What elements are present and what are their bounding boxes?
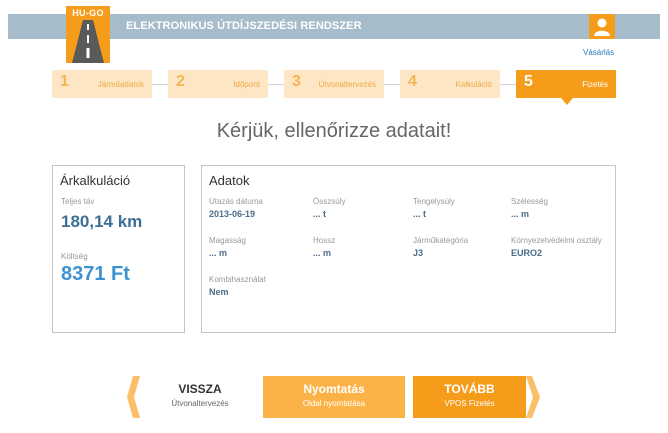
- data-panel: Adatok Utazás dátuma 2013-06-19 Összsúly…: [201, 165, 616, 333]
- step-vehicle-data[interactable]: 1 Járműadatok: [52, 70, 152, 98]
- step-number: 3: [292, 73, 301, 90]
- field-label: Szélesség: [511, 197, 548, 206]
- length-value: ... m: [313, 248, 332, 258]
- back-button[interactable]: VISSZA Útvonaltervezés: [140, 376, 260, 418]
- step-connector: [268, 84, 284, 85]
- field-label: Magasság: [209, 236, 246, 245]
- chevron-left-icon[interactable]: [127, 376, 140, 418]
- height-value: ... m: [209, 248, 228, 258]
- field-label: Hossz: [313, 236, 336, 245]
- step-number: 5: [524, 73, 533, 90]
- field-label: Tengelysúly: [413, 197, 455, 206]
- purchase-link[interactable]: Vásárlás: [583, 48, 614, 57]
- print-button-title: Nyomtatás: [303, 382, 365, 396]
- next-button-title: TOVÁBB: [444, 382, 495, 396]
- axle-weight-value: ... t: [413, 209, 426, 219]
- field-label: Összsúly: [313, 197, 346, 206]
- width-value: ... m: [511, 209, 530, 219]
- combined-use-value: Nem: [209, 287, 229, 297]
- environmental-class-value: EURO2: [511, 248, 543, 258]
- user-account-button[interactable]: [589, 14, 615, 39]
- chevron-right-icon[interactable]: [526, 376, 540, 418]
- cost-value: 8371 Ft: [61, 263, 130, 285]
- field-label: Kombihasználat: [209, 275, 266, 284]
- travel-date-value: 2013-06-19: [209, 209, 256, 219]
- logo-text: HU-GO: [72, 8, 104, 18]
- next-button[interactable]: TOVÁBB VPOS Fizetés: [413, 376, 526, 418]
- print-button-subtitle: Oldal nyomtatása: [302, 399, 366, 408]
- data-title: Adatok: [209, 173, 250, 188]
- price-calculation-panel: Árkalkuláció Teljes táv 180,14 km Költsé…: [52, 165, 185, 333]
- next-button-subtitle: VPOS Fizetés: [444, 399, 495, 408]
- back-button-subtitle: Útvonaltervezés: [171, 399, 229, 408]
- step-payment[interactable]: 5 Fizetés: [516, 70, 616, 98]
- field-label: Utazás dátuma: [209, 197, 263, 206]
- road-icon: [72, 20, 104, 63]
- step-label: Járműadatok: [97, 80, 144, 89]
- step-time[interactable]: 2 Időpont: [168, 70, 268, 98]
- hu-go-logo[interactable]: HU-GO: [66, 6, 110, 63]
- price-calculation-title: Árkalkuláció: [60, 173, 131, 188]
- total-weight-value: ... t: [313, 209, 326, 219]
- user-icon: [594, 18, 610, 36]
- step-connector: [152, 84, 168, 85]
- step-number: 2: [176, 73, 185, 90]
- step-connector: [500, 84, 516, 85]
- step-calculation[interactable]: 4 Kalkuláció: [400, 70, 500, 98]
- field-label: Környezetvédelmi osztály: [511, 236, 602, 245]
- total-distance-value: 180,14 km: [61, 212, 143, 231]
- field-label: Járműkategória: [413, 236, 469, 245]
- header-title: ELEKTRONIKUS ÚTDÍJSZEDÉSI RENDSZER: [126, 20, 362, 32]
- cost-label: Költség: [61, 252, 88, 261]
- vehicle-category-value: J3: [413, 248, 424, 258]
- active-step-pointer: [561, 98, 573, 105]
- print-button[interactable]: Nyomtatás Oldal nyomtatása: [263, 376, 405, 418]
- step-label: Időpont: [233, 80, 260, 89]
- step-label: Útvonaltervezés: [318, 80, 376, 89]
- step-label: Kalkuláció: [455, 80, 492, 89]
- total-distance-label: Teljes táv: [61, 197, 95, 206]
- step-label: Fizetés: [582, 80, 608, 89]
- page-title: Kérjük, ellenőrizze adatait!: [216, 120, 452, 142]
- back-button-title: VISSZA: [178, 382, 222, 396]
- step-number: 4: [408, 73, 417, 90]
- step-connector: [384, 84, 400, 85]
- step-route-planning[interactable]: 3 Útvonaltervezés: [284, 70, 384, 98]
- step-number: 1: [60, 73, 69, 90]
